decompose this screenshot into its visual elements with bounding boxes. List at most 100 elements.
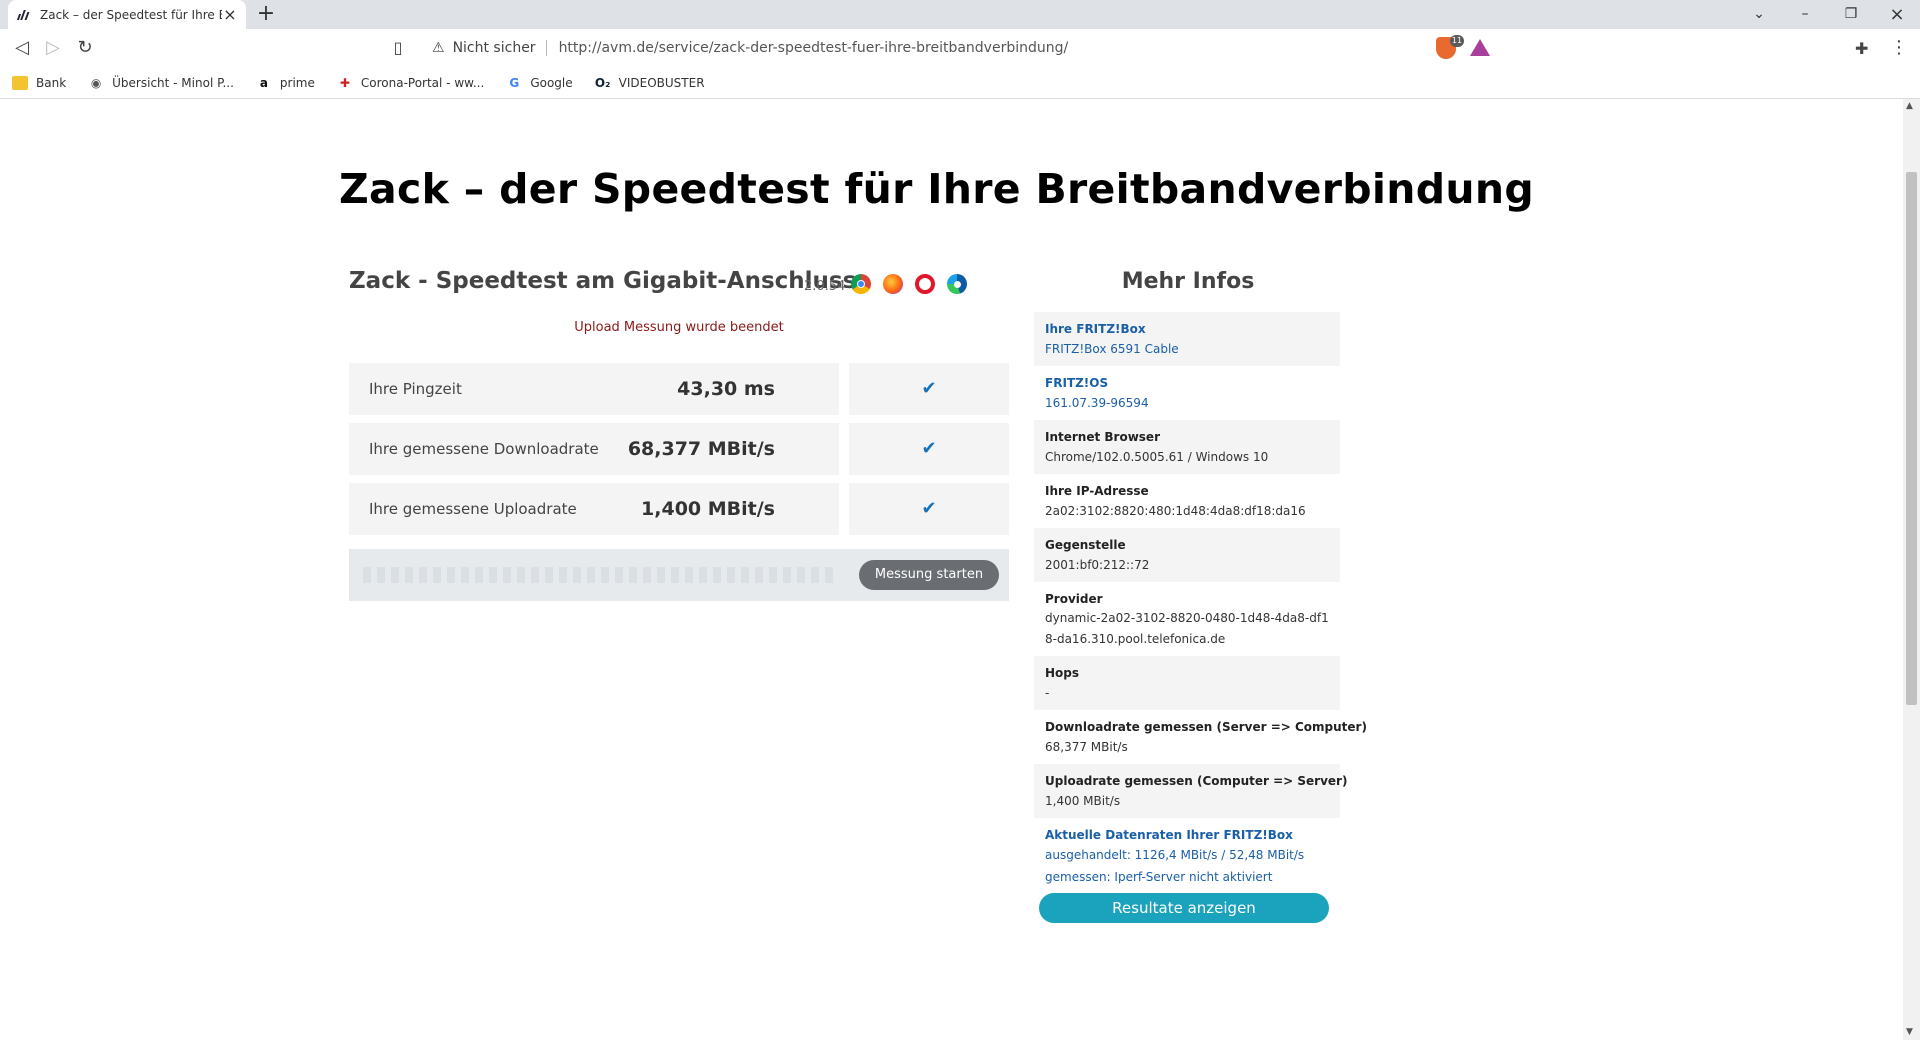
info-download-measured: Downloadrate gemessen (Server => Compute… [1034, 710, 1367, 764]
address-bar[interactable]: ⚠ Nicht sicher http://avm.de/service/zac… [420, 33, 1500, 63]
info-fritzos: FRITZ!OS 161.07.39-96594 [1034, 366, 1340, 420]
progress-segment [727, 567, 735, 583]
progress-segment [811, 567, 819, 583]
progress-segment [629, 567, 637, 583]
brave-rewards-icon[interactable] [1470, 39, 1490, 56]
progress-segment [503, 567, 511, 583]
progress-segment [545, 567, 553, 583]
progress-segment [713, 567, 721, 583]
scroll-down-arrow-icon[interactable]: ▼ [1906, 1027, 1913, 1037]
progress-segment [419, 567, 427, 583]
status-message: Upload Messung wurde beendet [574, 320, 784, 335]
warning-icon: ⚠ [432, 40, 445, 56]
version-label: 2.0.54 [804, 279, 846, 294]
bookmark-videobuster[interactable]: O₂ VIDEOBUSTER [595, 76, 705, 90]
progress-segment [741, 567, 749, 583]
progress-segment [447, 567, 455, 583]
restore-button[interactable]: ❐ [1828, 0, 1874, 29]
bookmark-corona[interactable]: ✚ Corona-Portal - ww... [337, 76, 484, 90]
progress-segment [377, 567, 385, 583]
info-label: Internet Browser [1045, 430, 1160, 444]
start-measurement-button[interactable]: Messung starten [859, 560, 999, 590]
progress-segment [391, 567, 399, 583]
info-label: Aktuelle Datenraten Ihrer FRITZ!Box [1045, 828, 1293, 842]
info-label: Ihre IP-Adresse [1045, 484, 1149, 498]
progress-segment [489, 567, 497, 583]
menu-icon[interactable]: ⋮ [1890, 37, 1908, 58]
bookmark-minol[interactable]: ◉ Übersicht - Minol P... [88, 76, 234, 90]
page-title: Zack – der Speedtest für Ihre Breitbandv… [339, 165, 1535, 213]
info-value: 161.07.39-96594 [1045, 396, 1149, 410]
tab-search-chevron-icon[interactable]: ⌄ [1736, 0, 1782, 29]
bookmark-label: VIDEOBUSTER [618, 75, 705, 90]
close-window-button[interactable]: × [1874, 0, 1920, 29]
opera-icon [915, 274, 935, 294]
edge-icon [947, 274, 967, 294]
security-label[interactable]: Nicht sicher [453, 40, 547, 56]
info-heading: Mehr Infos [1121, 269, 1255, 294]
progress-segment [531, 567, 539, 583]
bookmark-label: Corona-Portal - ww... [360, 75, 485, 90]
scroll-up-arrow-icon[interactable]: ▲ [1906, 101, 1913, 111]
progress-segment [517, 567, 525, 583]
progress-segment [755, 567, 763, 583]
result-row-ping: Ihre Pingzeit 43,30 ms [349, 363, 839, 415]
minimize-button[interactable]: – [1782, 0, 1828, 29]
bookmark-icon[interactable]: ▯ [385, 35, 411, 61]
progress-segment [363, 567, 371, 583]
scrollbar-thumb[interactable] [1906, 172, 1917, 705]
url-text[interactable]: http://avm.de/service/zack-der-speedtest… [559, 40, 1069, 56]
check-icon: ✔ [849, 483, 1009, 535]
chrome-icon [851, 274, 871, 294]
show-results-button[interactable]: Resultate anzeigen [1039, 893, 1329, 923]
info-hops: Hops - [1034, 656, 1340, 710]
info-value: ausgehandelt: 1126,4 MBit/s / 52,48 MBit… [1045, 848, 1305, 862]
bookmark-label: Übersicht - Minol P... [112, 75, 234, 90]
speedtest-heading: Zack - Speedtest am Gigabit-Anschluss [349, 268, 857, 294]
bookmark-google[interactable]: G Google [506, 76, 572, 90]
result-value: 1,400 MBit/s [641, 498, 775, 520]
info-value: dynamic-2a02-3102-8820-0480-1d48-4da8-df… [1045, 611, 1329, 646]
info-label: Gegenstelle [1045, 538, 1126, 552]
info-value-measured: gemessen: Iperf-Server nicht aktiviert [1045, 870, 1273, 884]
progress-segment [405, 567, 413, 583]
result-value: 68,377 MBit/s [627, 438, 775, 460]
firefox-icon [883, 274, 903, 294]
progress-segment [783, 567, 791, 583]
progress-segment [825, 567, 833, 583]
check-icon: ✔ [849, 423, 1009, 475]
extensions-icon[interactable]: ✚ [1855, 39, 1868, 58]
globe-icon: ◉ [90, 75, 102, 90]
progress-segment [587, 567, 595, 583]
progress-segment [671, 567, 679, 583]
result-label: Ihre gemessene Downloadrate [369, 440, 599, 458]
back-button[interactable]: ◁ [9, 35, 35, 61]
progress-segment [559, 567, 567, 583]
reload-button[interactable]: ↻ [72, 35, 98, 61]
progress-segment [797, 567, 805, 583]
progress-segment [685, 567, 693, 583]
info-browser: Internet Browser Chrome/102.0.5005.61 / … [1034, 420, 1340, 474]
progress-segment [461, 567, 469, 583]
info-fritzbox: Ihre FRITZ!Box FRITZ!Box 6591 Cable [1034, 312, 1340, 366]
bookmark-bank[interactable]: Bank [12, 75, 67, 90]
bookmark-label: Bank [36, 75, 67, 90]
tab-title: Zack – der Speedtest für Ihre Breitbandv… [40, 7, 222, 22]
tab-close-icon[interactable]: × [222, 5, 238, 24]
forward-button[interactable]: ▷ [40, 35, 66, 61]
tab-active[interactable]: Zack – der Speedtest für Ihre Breitbandv… [8, 0, 246, 29]
progress-segment [769, 567, 777, 583]
bookmarks-bar: Bank ◉ Übersicht - Minol P... a prime ✚ Cor… [0, 67, 1920, 99]
info-label: Downloadrate gemessen (Server => Compute… [1045, 720, 1367, 734]
bookmark-prime[interactable]: a prime [256, 76, 315, 90]
info-label: FRITZ!OS [1045, 376, 1109, 390]
info-value: 68,377 MBit/s [1045, 740, 1128, 754]
progress-segment [657, 567, 665, 583]
o2-icon: O₂ [594, 75, 611, 90]
new-tab-button[interactable]: + [254, 3, 278, 27]
progress-segment [601, 567, 609, 583]
progress-segment [615, 567, 623, 583]
google-icon: G [509, 75, 520, 90]
progress-segment [643, 567, 651, 583]
info-upload-measured: Uploadrate gemessen (Computer => Server)… [1034, 764, 1347, 818]
